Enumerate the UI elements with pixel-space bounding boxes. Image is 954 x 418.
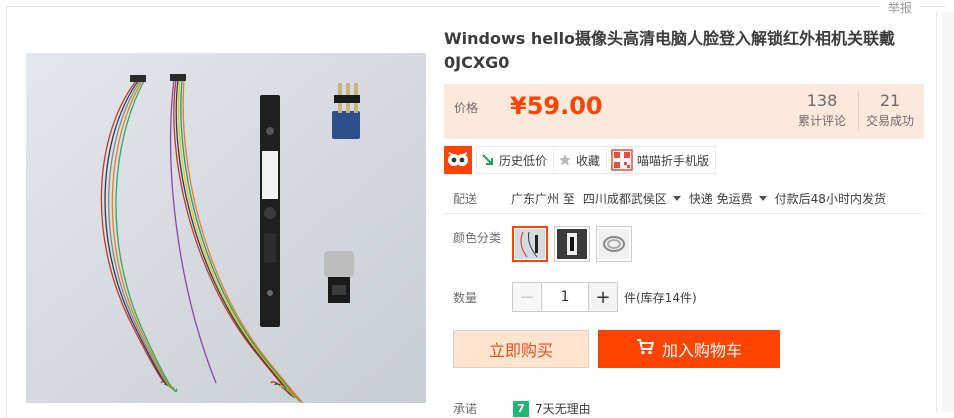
wire-coil-thumbnail-icon (599, 229, 629, 259)
quantity-input[interactable]: 1 (541, 283, 589, 311)
sold-label: 交易成功 (865, 114, 914, 128)
scroll-gutter (942, 12, 954, 412)
star-icon (558, 153, 572, 167)
owl-logo-icon[interactable] (444, 146, 472, 174)
add-to-cart-button[interactable]: 加入购物车 (598, 330, 780, 368)
section-divider (444, 213, 924, 214)
report-link[interactable]: 举报 (879, 0, 920, 16)
type-c-connector (324, 251, 354, 303)
trend-down-icon (481, 153, 495, 167)
favorite-button[interactable]: 收藏 (553, 146, 608, 174)
quantity-label: 数量 (453, 291, 478, 305)
edge-divider (936, 12, 937, 412)
sold-stat: 21 交易成功 (862, 91, 918, 131)
color-swatch[interactable] (596, 226, 632, 262)
shipping-method[interactable]: 快递 免运费 (689, 190, 753, 207)
price-value: ¥59.00 (510, 92, 603, 120)
shipping-label: 配送 (453, 192, 478, 206)
reviews-label: 累计评论 (797, 114, 846, 128)
color-swatch[interactable] (512, 226, 548, 262)
product-title: Windows hello摄像头高清电脑人脸登入解锁红外相机关联戴0JCXG0 (444, 29, 896, 72)
product-photo-illustration (26, 53, 426, 403)
chevron-down-icon[interactable] (758, 195, 767, 201)
cart-icon (636, 339, 655, 359)
promise-row: 承诺 7 7天无理由 (453, 400, 591, 417)
color-swatches (512, 226, 632, 262)
stock-text: 件(库存14件) (624, 291, 697, 305)
camera-module (260, 95, 280, 327)
mobile-version-button[interactable]: 喵喵折手机版 (606, 146, 717, 174)
price-label: 价格 (454, 101, 479, 115)
chevron-down-icon[interactable] (672, 195, 681, 201)
cable-left-connector (130, 75, 146, 82)
quantity-decrease-button[interactable]: − (513, 283, 541, 311)
shipping-note: 付款后48小时内发货 (774, 192, 886, 206)
history-price-button[interactable]: 历史低价 (476, 146, 555, 174)
qr-code-icon (611, 149, 633, 171)
promise-text[interactable]: 7天无理由 (535, 400, 591, 417)
product-main-image[interactable] (26, 53, 426, 403)
shipping-from: 广东广州 至 (511, 192, 575, 206)
cable-thumbnail-icon (515, 229, 545, 259)
mobile-version-label: 喵喵折手机版 (637, 153, 710, 168)
quantity-increase-button[interactable]: + (589, 283, 617, 311)
seven-day-badge-icon: 7 (513, 400, 529, 417)
favorite-label: 收藏 (576, 153, 601, 168)
tools-bar: 历史低价 收藏 喵喵折手机版 (444, 146, 717, 174)
sold-count: 21 (879, 91, 901, 110)
add-to-cart-label: 加入购物车 (661, 341, 742, 360)
reviews-count: 138 (806, 91, 838, 110)
cable-right-connector (170, 74, 186, 81)
shipping-row: 配送 广东广州 至 四川成都武侯区 快递 免运费 付款后48小时内发货 (453, 190, 886, 207)
promise-label: 承诺 (453, 402, 478, 416)
reviews-stat[interactable]: 138 累计评论 (792, 91, 859, 131)
history-price-label: 历史低价 (499, 153, 548, 168)
quantity-stepper: − 1 + (512, 282, 618, 312)
price-panel: 价格 ¥59.00 138 累计评论 21 交易成功 (444, 84, 924, 139)
module-thumbnail-icon (557, 229, 587, 259)
shipping-destination[interactable]: 四川成都武侯区 (583, 190, 667, 207)
buy-now-button[interactable]: 立即购买 (453, 330, 589, 368)
color-swatch[interactable] (554, 226, 590, 262)
color-option-label: 颜色分类 (453, 231, 502, 245)
